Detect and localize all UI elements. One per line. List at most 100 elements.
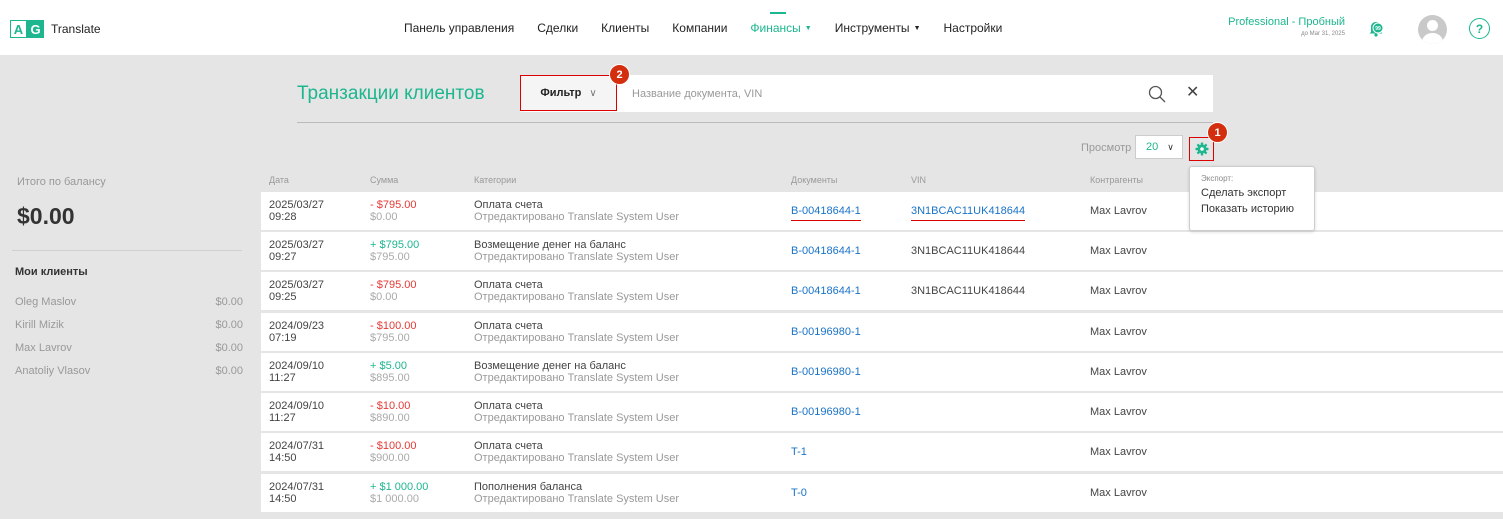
column-header-counterparty[interactable]: Контрагенты	[1090, 175, 1143, 185]
app-logo[interactable]: A G Translate	[10, 20, 101, 38]
column-header-vin[interactable]: VIN	[911, 175, 926, 185]
table-row[interactable]: 2024/07/31 14:50 + $1 000.00 $1 000.00 Попол…	[261, 474, 1503, 512]
running-balance: $795.00	[370, 251, 410, 263]
column-header-date[interactable]: Дата	[269, 175, 289, 185]
app-name: Translate	[51, 22, 101, 36]
category-cell: Оплата счета Отредактировано Translate Sy…	[474, 320, 679, 344]
notification-bell-icon[interactable]: 99	[1366, 18, 1386, 38]
filter-label: Фильтр	[540, 87, 582, 99]
document-cell: B-00196980-1	[791, 406, 861, 418]
transaction-date: 2024/07/31	[269, 481, 325, 493]
client-list-item[interactable]: Kirill Mizik $0.00	[15, 319, 243, 331]
column-header-category[interactable]: Категории	[474, 175, 516, 185]
page-size-label: Просмотр	[1081, 142, 1132, 154]
client-balance: $0.00	[215, 365, 243, 377]
transaction-date: 2024/07/31	[269, 440, 325, 452]
subscription-plan[interactable]: Professional - Пробный до Mar 31, 2025	[1228, 16, 1345, 37]
column-header-sum[interactable]: Сумма	[370, 175, 398, 185]
client-name: Max Lavrov	[15, 342, 72, 354]
user-avatar[interactable]	[1418, 15, 1447, 44]
nav-item-tools[interactable]: Инструменты ▼	[835, 21, 921, 35]
filter-button[interactable]: Фильтр ∨	[520, 75, 617, 111]
nav-item-label: Панель управления	[404, 21, 515, 35]
counterparty-name: Max Lavrov	[1090, 245, 1147, 257]
document-link[interactable]: B-00196980-1	[791, 406, 861, 418]
nav-item-companies[interactable]: Компании	[672, 21, 727, 35]
sum-cell: - $795.00 $0.00	[370, 199, 416, 223]
document-link[interactable]: B-00196980-1	[791, 326, 861, 338]
transaction-amount: - $100.00	[370, 440, 417, 452]
document-link[interactable]: B-00418644-1	[791, 205, 861, 221]
counterparty-cell: Max Lavrov	[1090, 285, 1147, 297]
transaction-time: 09:28	[269, 211, 297, 223]
category-cell: Пополнения баланса Отредактировано Transl…	[474, 481, 679, 505]
category-name: Пополнения баланса	[474, 481, 583, 493]
export-menu-item-export[interactable]: Сделать экспорт	[1201, 187, 1303, 199]
transaction-date: 2024/09/10	[269, 360, 325, 372]
client-list-item[interactable]: Anatoliy Vlasov $0.00	[15, 365, 243, 377]
document-link[interactable]: B-00418644-1	[791, 245, 861, 257]
nav-item-label: Клиенты	[601, 21, 650, 35]
counterparty-cell: Max Lavrov	[1090, 487, 1147, 499]
transaction-amount: - $100.00	[370, 320, 417, 332]
table-row[interactable]: 2024/09/23 07:19 - $100.00 $795.00 Оплата сч…	[261, 313, 1503, 351]
document-link[interactable]: B-00196980-1	[791, 366, 861, 378]
document-link[interactable]: T-0	[791, 487, 807, 499]
edited-by: Отредактировано Translate System User	[474, 251, 680, 263]
nav-item-settings[interactable]: Настройки	[944, 21, 1003, 35]
nav-item-deals[interactable]: Сделки	[537, 21, 578, 35]
nav-item-dashboard[interactable]: Панель управления	[404, 21, 514, 35]
transaction-date: 2025/03/27	[269, 239, 325, 251]
client-balance: $0.00	[215, 342, 243, 354]
document-cell: B-00418644-1	[791, 205, 861, 221]
balance-total-value: $0.00	[17, 203, 75, 229]
help-icon[interactable]: ?	[1469, 18, 1490, 39]
transaction-amount: - $795.00	[370, 279, 417, 291]
table-row[interactable]: 2025/03/27 09:27 + $795.00 $795.00 Возмещени…	[261, 232, 1503, 270]
search-input[interactable]	[632, 85, 1112, 103]
edited-by: Отредактировано Translate System User	[474, 332, 680, 344]
transaction-date: 2024/09/23	[269, 320, 325, 332]
date-cell: 2024/09/10 11:27	[269, 400, 324, 424]
column-header-documents[interactable]: Документы	[791, 175, 837, 185]
table-row[interactable]: 2025/03/27 09:25 - $795.00 $0.00 Оплата счет…	[261, 272, 1503, 310]
nav-item-finance[interactable]: Финансы ▼	[750, 12, 812, 35]
clear-search-icon[interactable]: ✕	[1186, 85, 1200, 101]
document-cell: T-0	[791, 487, 807, 499]
nav-item-label: Настройки	[943, 21, 1003, 35]
nav-item-label: Компании	[672, 21, 728, 35]
document-link[interactable]: B-00418644-1	[791, 285, 861, 297]
transaction-time: 11:27	[269, 372, 296, 384]
sum-cell: - $795.00 $0.00	[370, 279, 416, 303]
running-balance: $895.00	[370, 372, 410, 384]
document-link[interactable]: T-1	[791, 446, 807, 458]
date-cell: 2024/07/31 14:50	[269, 440, 324, 464]
category-name: Оплата счета	[474, 400, 543, 412]
table-row[interactable]: 2024/09/10 11:27 - $10.00 $890.00 Оплата сче…	[261, 393, 1503, 431]
client-list-item[interactable]: Oleg Maslov $0.00	[15, 296, 243, 308]
table-row[interactable]: 2025/03/27 09:28 - $795.00 $0.00 Оплата счет…	[261, 192, 1503, 230]
table-row[interactable]: 2024/09/10 11:27 + $5.00 $895.00 Возмещение …	[261, 353, 1503, 391]
transaction-amount: + $5.00	[370, 360, 408, 372]
vin-link[interactable]: 3N1BCAC11UK418644	[911, 205, 1026, 221]
client-name: Oleg Maslov	[15, 296, 77, 308]
nav-item-label: Инструменты	[834, 21, 910, 35]
sum-cell: - $100.00 $795.00	[370, 320, 416, 344]
export-dropdown-menu: Экспорт: Сделать экспорт Показать истори…	[1189, 166, 1315, 231]
page-size-select[interactable]: 20 ∨	[1135, 135, 1183, 159]
nav-item-clients[interactable]: Клиенты	[601, 21, 649, 35]
page-title: Транзакции клиентов	[297, 83, 485, 104]
category-name: Оплата счета	[474, 279, 543, 291]
document-cell: B-00418644-1	[791, 245, 861, 257]
category-cell: Оплата счета Отредактировано Translate Sy…	[474, 279, 679, 303]
date-cell: 2025/03/27 09:25	[269, 279, 324, 303]
title-divider	[297, 122, 1213, 123]
client-list-item[interactable]: Max Lavrov $0.00	[15, 342, 243, 354]
chevron-down-icon: ∨	[1167, 141, 1174, 152]
search-icon[interactable]	[1148, 85, 1166, 103]
running-balance: $1 000.00	[370, 493, 419, 505]
table-row[interactable]: 2024/07/31 14:50 - $100.00 $900.00 Оплата сч…	[261, 433, 1503, 471]
logo-letter-a: A	[10, 20, 27, 38]
nav-item-label: Сделки	[537, 21, 579, 35]
export-menu-item-history[interactable]: Показать историю	[1201, 203, 1303, 215]
